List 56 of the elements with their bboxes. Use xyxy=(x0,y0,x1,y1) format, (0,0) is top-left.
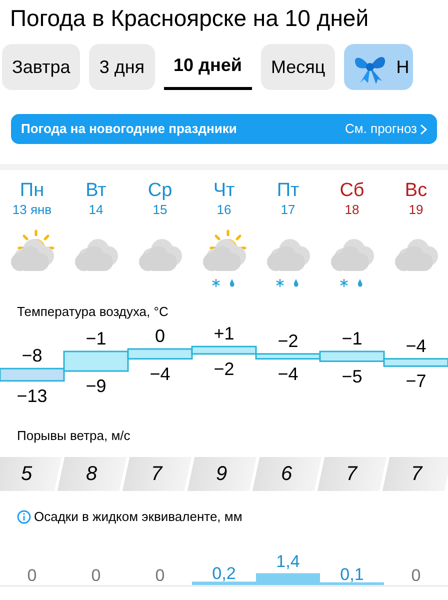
wind-gust-cell: 8 xyxy=(57,457,127,491)
period-tab[interactable]: Месяц xyxy=(260,44,336,90)
min-temperature: −4 xyxy=(150,363,170,384)
precipitation-value: 0 xyxy=(155,564,165,586)
date: 16 xyxy=(216,202,232,218)
date: 17 xyxy=(280,202,296,218)
banner-text: Погода на новогодние праздники xyxy=(21,120,237,138)
max-temperature: +1 xyxy=(214,324,234,344)
weekday: Чт xyxy=(213,180,235,202)
precipitation-value: 0 xyxy=(91,564,101,586)
weekday: Пн xyxy=(20,180,44,202)
wind-gust-cell: 6 xyxy=(252,457,322,491)
weekday: Сб xyxy=(340,180,364,202)
holiday-tab[interactable]: Н xyxy=(344,44,414,90)
precipitation-value: 0 xyxy=(411,564,421,586)
date: 18 xyxy=(344,202,360,218)
date: 13 янв xyxy=(12,202,52,218)
chevron-icon xyxy=(420,124,427,134)
precipitation-label: Осадки в жидком эквиваленте, мм xyxy=(34,508,242,526)
temperature-label: Температура воздуха, °C xyxy=(16,303,170,321)
period-tab[interactable]: 3 дня xyxy=(89,44,155,90)
precipitation-value: 1,4 xyxy=(276,550,300,572)
wind-gust-cell: 5 xyxy=(0,457,62,491)
weekday: Пт xyxy=(276,180,300,202)
date: 14 xyxy=(88,202,104,218)
min-temperature: −13 xyxy=(16,385,48,406)
precipitation-value: 0,2 xyxy=(212,562,236,584)
max-temperature: −1 xyxy=(342,328,362,348)
page-title: Погода в Красноярске на 10 дней xyxy=(9,4,370,32)
max-temperature: −8 xyxy=(22,345,42,366)
wind-label: Порывы ветра, м/с xyxy=(16,426,132,445)
wind-gust-cell: 7 xyxy=(317,457,387,491)
min-temperature: −5 xyxy=(342,366,362,386)
max-temperature: 0 xyxy=(155,326,165,346)
min-temperature: −2 xyxy=(214,358,234,378)
precipitation-value: 0 xyxy=(27,564,37,586)
date: 19 xyxy=(408,202,424,218)
temperature-band xyxy=(191,345,257,354)
min-temperature: −7 xyxy=(406,370,426,391)
date: 15 xyxy=(152,202,168,218)
temperature-band xyxy=(383,358,448,366)
max-temperature: −1 xyxy=(86,328,106,348)
period-tab[interactable]: Завтра xyxy=(2,44,80,90)
precipitation-value: 0,1 xyxy=(340,564,364,586)
min-temperature: −9 xyxy=(86,376,106,396)
info-icon[interactable] xyxy=(17,510,31,524)
wind-gust-cell: 7 xyxy=(382,457,448,491)
weekday: Ср xyxy=(148,180,172,202)
wind-gust-cell: 7 xyxy=(122,457,192,491)
max-temperature: −2 xyxy=(278,330,298,350)
period-tab[interactable]: 10 дней xyxy=(164,44,252,90)
max-temperature: −4 xyxy=(406,335,426,356)
wind-gust-cell: 9 xyxy=(187,457,257,491)
weekday: Вс xyxy=(404,180,428,202)
weekday: Вт xyxy=(86,180,106,202)
min-temperature: −4 xyxy=(278,363,298,384)
